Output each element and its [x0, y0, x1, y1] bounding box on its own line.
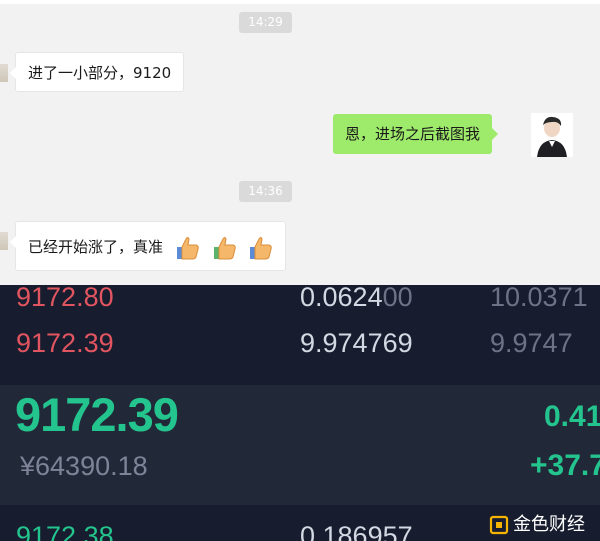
last-price-block[interactable]: 9172.39 ¥64390.18 0.41 +37.7 [0, 385, 600, 505]
message-text: 进了一小部分，9120 [28, 64, 172, 82]
person-avatar-icon [531, 113, 573, 157]
last-price: 9172.39 [15, 388, 179, 441]
contact-avatar[interactable] [0, 232, 8, 250]
ask-row[interactable]: 9172.80 0.062400 10.0371 [0, 285, 600, 322]
bid-amount: 0.186957 [300, 521, 413, 541]
outgoing-message-bubble[interactable]: 恩，进场之后截图我 [333, 114, 499, 154]
ask-total: 10.0371 [490, 285, 588, 312]
chat-area: 14:29 进了一小部分，9120 恩，进场之后截图我 14:36 已经开始涨了… [0, 0, 600, 285]
jinse-logo-icon [489, 515, 509, 535]
change-amount: +37.7 [530, 449, 600, 482]
message-text: 已经开始涨了，真准 [28, 238, 164, 256]
ask-amount-main: 9.974769 [300, 328, 413, 358]
ask-amount: 9.974769 [300, 328, 413, 359]
contact-avatar[interactable] [0, 64, 8, 82]
ask-amount: 0.062400 [300, 285, 413, 313]
ask-total: 9.9747 [490, 328, 573, 358]
ask-price: 9172.39 [16, 328, 114, 358]
thumbs-up-emoji-icon [176, 236, 199, 259]
ask-price: 9172.80 [16, 285, 114, 312]
incoming-message-bubble[interactable]: 进了一小部分，9120 [9, 52, 185, 92]
chat-top-divider [0, 0, 600, 4]
thumbs-up-emoji-icon [213, 236, 236, 259]
bid-price: 9172.38 [16, 521, 114, 541]
incoming-message-bubble[interactable]: 已经开始涨了，真准 [9, 221, 287, 271]
orderbook-panel: 9172.80 0.062400 10.0371 9172.39 9.97476… [0, 285, 600, 541]
change-percent: 0.41 [544, 400, 600, 433]
watermark-text: 金色财经 [513, 514, 585, 535]
ask-amount-tail: 00 [382, 285, 413, 312]
ask-amount-main: 0.0624 [300, 285, 383, 312]
last-price-cny: ¥64390.18 [20, 451, 148, 481]
message-text: 恩，进场之后截图我 [345, 125, 481, 143]
ask-row[interactable]: 9172.39 9.974769 9.9747 [0, 328, 600, 368]
user-avatar[interactable] [531, 113, 573, 157]
timestamp: 14:29 [239, 12, 292, 33]
thumbs-up-emoji-icon [250, 236, 273, 259]
watermark: 金色财经 [483, 509, 591, 541]
timestamp: 14:36 [239, 181, 292, 202]
